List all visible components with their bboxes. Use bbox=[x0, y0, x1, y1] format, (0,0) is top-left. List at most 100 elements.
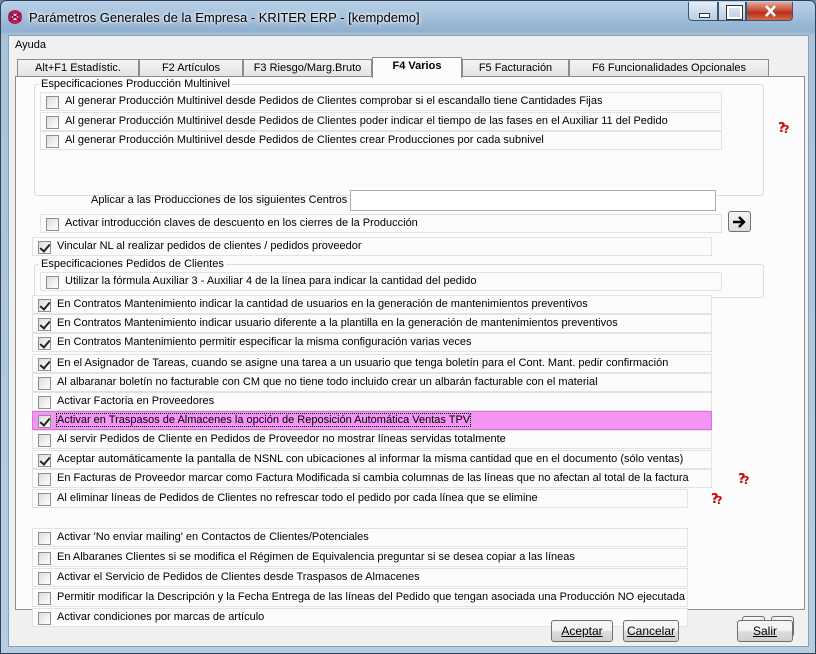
option-row[interactable]: En Contratos Mantenimiento permitir espe… bbox=[32, 333, 712, 352]
option-row[interactable]: En Albaranes Clientes si se modifica el … bbox=[32, 548, 688, 567]
maximize-button[interactable] bbox=[718, 2, 746, 21]
app-logo-icon bbox=[8, 10, 22, 24]
option-label: Vincular NL al realizar pedidos de clien… bbox=[57, 240, 362, 252]
help-question-icon[interactable]: ? ? bbox=[736, 471, 752, 485]
group-title-multinivel: Especificaciones Producción Multinivel bbox=[39, 78, 232, 90]
option-label: Al generar Producción Multinivel desde P… bbox=[65, 115, 668, 127]
svg-text:?: ? bbox=[716, 494, 722, 505]
salir-button[interactable]: Salir bbox=[737, 620, 793, 642]
next-page-button-top[interactable] bbox=[728, 211, 751, 232]
option-label: En el Asignador de Tareas, cuando se asi… bbox=[57, 357, 669, 369]
window-title: Parámetros Generales de la Empresa - KRI… bbox=[29, 10, 420, 25]
option-label: Aceptar automáticamente la pantalla de N… bbox=[57, 453, 684, 465]
option-row[interactable]: En Facturas de Proveedor marcar como Fac… bbox=[32, 469, 712, 488]
option-label: Activar condiciones por marcas de artícu… bbox=[57, 611, 265, 623]
arrow-right-icon bbox=[733, 216, 746, 228]
checkbox[interactable] bbox=[38, 299, 51, 312]
menu-bar: Ayuda bbox=[9, 36, 808, 54]
option-label: Activar introducción claves de descuento… bbox=[65, 217, 418, 229]
option-label: Al albaranar boletín no facturable con C… bbox=[57, 376, 598, 388]
option-label: En Facturas de Proveedor marcar como Fac… bbox=[57, 472, 689, 484]
title-bar[interactable]: Parámetros Generales de la Empresa - KRI… bbox=[1, 1, 815, 33]
checkbox[interactable] bbox=[38, 493, 51, 506]
option-label: Al servir Pedidos de Cliente en Pedidos … bbox=[57, 433, 506, 445]
aceptar-label: Aceptar bbox=[561, 624, 603, 638]
checkbox[interactable] bbox=[38, 612, 51, 625]
option-row[interactable]: Aceptar automáticamente la pantalla de N… bbox=[32, 450, 712, 469]
option-row[interactable]: Activar Factoria en Proveedores bbox=[32, 392, 712, 411]
checkbox[interactable] bbox=[46, 116, 59, 129]
option-row[interactable]: Utilizar la fórmula Auxiliar 3 - Auxilia… bbox=[40, 272, 722, 291]
close-button[interactable] bbox=[746, 2, 793, 21]
checkbox[interactable] bbox=[38, 415, 51, 428]
checkbox[interactable] bbox=[38, 454, 51, 467]
checkbox[interactable] bbox=[38, 337, 51, 350]
checkbox[interactable] bbox=[38, 377, 51, 390]
option-label: Permitir modificar la Descripción y la F… bbox=[57, 591, 685, 603]
option-label: Activar en Traspasos de Almacenes la opc… bbox=[55, 413, 472, 427]
option-row[interactable]: Al servir Pedidos de Cliente en Pedidos … bbox=[32, 430, 712, 449]
minimize-button[interactable] bbox=[688, 2, 718, 21]
checkbox[interactable] bbox=[46, 218, 59, 231]
menu-ayuda[interactable]: Ayuda bbox=[15, 39, 46, 51]
tab-strip: Alt+F1 Estadístic. F2 Artículos F3 Riesg… bbox=[15, 57, 805, 78]
tab-articulos[interactable]: F2 Artículos bbox=[139, 59, 243, 77]
checkbox[interactable] bbox=[38, 572, 51, 585]
option-label: Al generar Producción Multinivel desde P… bbox=[65, 134, 544, 146]
option-row[interactable]: Permitir modificar la Descripción y la F… bbox=[32, 588, 688, 607]
option-label: En Contratos Mantenimiento permitir espe… bbox=[57, 336, 472, 348]
checkbox[interactable] bbox=[46, 276, 59, 289]
option-label: Al eliminar líneas de Pedidos de Cliente… bbox=[57, 492, 538, 504]
help-question-icon[interactable]: ? ? bbox=[776, 120, 792, 134]
option-row[interactable]: Al albaranar boletín no facturable con C… bbox=[32, 373, 712, 392]
checkbox[interactable] bbox=[38, 592, 51, 605]
tab-riesgo-margen[interactable]: F3 Riesgo/Marg.Bruto bbox=[243, 59, 372, 77]
option-row[interactable]: Al eliminar líneas de Pedidos de Cliente… bbox=[32, 489, 688, 508]
checkbox[interactable] bbox=[38, 358, 51, 371]
checkbox[interactable] bbox=[38, 434, 51, 447]
app-window: Parámetros Generales de la Empresa - KRI… bbox=[0, 0, 816, 654]
svg-text:?: ? bbox=[743, 474, 749, 485]
option-row[interactable]: En el Asignador de Tareas, cuando se asi… bbox=[32, 354, 712, 373]
option-row-highlighted[interactable]: Activar en Traspasos de Almacenes la opc… bbox=[32, 411, 712, 430]
option-label: En Contratos Mantenimiento indicar usuar… bbox=[57, 317, 618, 329]
option-row[interactable]: Activar 'No enviar mailing' en Contactos… bbox=[32, 528, 688, 547]
option-row[interactable]: Activar el Servicio de Pedidos de Client… bbox=[32, 568, 688, 587]
option-row[interactable]: En Contratos Mantenimiento indicar usuar… bbox=[32, 314, 712, 333]
tab-facturacion[interactable]: F5 Facturación bbox=[462, 59, 569, 77]
option-row[interactable]: Activar introducción claves de descuento… bbox=[40, 214, 722, 233]
tab-varios[interactable]: F4 Varios bbox=[372, 57, 462, 78]
option-row[interactable]: Al generar Producción Multinivel desde P… bbox=[40, 131, 722, 150]
option-row[interactable]: Al generar Producción Multinivel desde P… bbox=[40, 112, 722, 131]
close-icon bbox=[765, 5, 776, 17]
tab-panel-varios: Especificaciones Producción Multinivel A… bbox=[15, 76, 805, 637]
svg-text:?: ? bbox=[783, 123, 789, 134]
checkbox[interactable] bbox=[38, 473, 51, 486]
option-row[interactable]: En Contratos Mantenimiento indicar la ca… bbox=[32, 295, 712, 314]
option-row[interactable]: Al generar Producción Multinivel desde P… bbox=[40, 92, 722, 111]
group-title-pedidos: Especificaciones Pedidos de Clientes bbox=[39, 258, 226, 270]
option-row[interactable]: Vincular NL al realizar pedidos de clien… bbox=[32, 237, 712, 256]
checkbox[interactable] bbox=[38, 396, 51, 409]
checkbox[interactable] bbox=[38, 318, 51, 331]
option-label: Utilizar la fórmula Auxiliar 3 - Auxilia… bbox=[65, 275, 477, 287]
help-question-icon[interactable]: ? ? bbox=[709, 491, 725, 505]
cancelar-button[interactable]: Cancelar bbox=[623, 620, 679, 642]
option-label: En Contratos Mantenimiento indicar la ca… bbox=[57, 298, 588, 310]
checkbox[interactable] bbox=[38, 241, 51, 254]
option-label: Al generar Producción Multinivel desde P… bbox=[65, 95, 603, 107]
option-label: Activar 'No enviar mailing' en Contactos… bbox=[57, 531, 369, 543]
tab-estadisticas[interactable]: Alt+F1 Estadístic. bbox=[17, 59, 139, 77]
centros-label: Aplicar a las Producciones de los siguie… bbox=[91, 194, 348, 206]
client-area: Ayuda Alt+F1 Estadístic. F2 Artículos F3… bbox=[8, 35, 809, 647]
checkbox[interactable] bbox=[38, 532, 51, 545]
checkbox[interactable] bbox=[46, 135, 59, 148]
aceptar-button[interactable]: Aceptar bbox=[551, 620, 613, 642]
option-label: Activar el Servicio de Pedidos de Client… bbox=[57, 571, 420, 583]
checkbox[interactable] bbox=[38, 552, 51, 565]
salir-label: Salir bbox=[752, 624, 777, 638]
checkbox[interactable] bbox=[46, 96, 59, 109]
centros-input[interactable] bbox=[350, 190, 716, 211]
tab-funcionalidades-opcionales[interactable]: F6 Funcionalidades Opcionales bbox=[569, 59, 769, 77]
cancelar-label: Cancelar bbox=[626, 624, 676, 638]
